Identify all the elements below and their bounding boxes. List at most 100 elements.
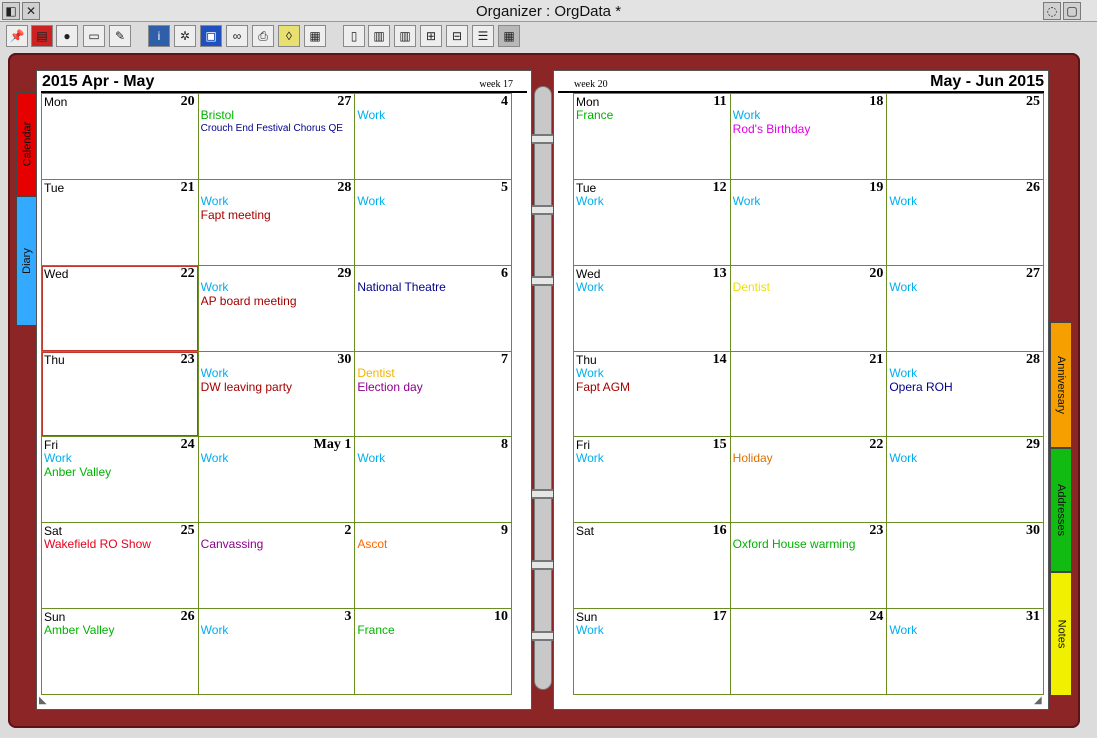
day-cell[interactable]: Fri 24 Work Anber Valley: [42, 437, 199, 524]
day-cell[interactable]: 8 Work: [355, 437, 512, 524]
calendar-event[interactable]: Opera ROH: [889, 380, 1041, 394]
day-cell[interactable]: Wed 13 Work: [574, 265, 731, 352]
month-grid-view-icon[interactable]: ▦: [498, 25, 520, 47]
day-cell[interactable]: 19 Work: [730, 179, 888, 266]
calendar-event[interactable]: Work: [576, 194, 728, 208]
one-column-view-icon[interactable]: ▯: [343, 25, 365, 47]
tab-notes[interactable]: Notes: [1050, 572, 1072, 696]
day-cell[interactable]: 3 Work: [198, 609, 356, 695]
close-icon[interactable]: ✕: [22, 2, 40, 20]
calendar-event[interactable]: Work: [889, 280, 1041, 294]
calendar-event[interactable]: Fapt meeting: [201, 208, 353, 222]
list-view-icon[interactable]: ☰: [472, 25, 494, 47]
calendar-event[interactable]: Work: [201, 623, 353, 637]
day-cell[interactable]: 9 Ascot: [355, 523, 512, 610]
day-cell[interactable]: 21: [730, 351, 888, 438]
book-icon[interactable]: ▤: [31, 25, 53, 47]
six-view-icon[interactable]: ⊟: [446, 25, 468, 47]
calendar-event[interactable]: Work: [733, 194, 885, 208]
calendar-event[interactable]: DW leaving party: [201, 380, 353, 394]
two-column-view-icon[interactable]: ▥: [368, 25, 390, 47]
day-cell[interactable]: 26 Work: [887, 179, 1044, 266]
day-cell[interactable]: Sat 25 Wakefield RO Show: [42, 523, 199, 610]
balloon-icon[interactable]: ●: [56, 25, 78, 47]
calendar-event[interactable]: Work: [889, 194, 1041, 208]
day-cell[interactable]: 23 Oxford House warming: [730, 523, 888, 610]
day-cell[interactable]: 6 National Theatre: [355, 265, 512, 352]
day-cell[interactable]: 5 Work: [355, 179, 512, 266]
day-cell[interactable]: 30 Work DW leaving party: [198, 351, 356, 438]
calendar-event[interactable]: Work: [576, 280, 728, 294]
info-icon[interactable]: i: [148, 25, 170, 47]
day-cell[interactable]: 27 Bristol Crouch End Festival Chorus QE: [198, 94, 356, 180]
day-cell[interactable]: 28 Work Opera ROH: [887, 351, 1044, 438]
calendar-event[interactable]: Dentist: [733, 280, 885, 294]
calendar-event[interactable]: Holiday: [733, 451, 885, 465]
calendar-event[interactable]: Fapt AGM: [576, 380, 728, 394]
calendar-event[interactable]: Work: [576, 451, 728, 465]
calendar-event[interactable]: France: [576, 108, 728, 122]
day-cell[interactable]: 29 Work AP board meeting: [198, 265, 356, 352]
gear-icon[interactable]: ✲: [174, 25, 196, 47]
day-cell[interactable]: 20 Dentist: [730, 265, 888, 352]
day-cell[interactable]: Tue 21: [42, 179, 199, 266]
day-cell[interactable]: Sun 17 Work: [574, 609, 731, 695]
tab-anniversary[interactable]: Anniversary: [1050, 322, 1072, 448]
calendar-event[interactable]: Oxford House warming: [733, 537, 885, 551]
calendar-event[interactable]: Work: [576, 623, 728, 637]
page-turn-back-icon[interactable]: ◣: [39, 695, 51, 707]
calendar-icon[interactable]: ▦: [304, 25, 326, 47]
day-cell[interactable]: Fri 15 Work: [574, 437, 731, 524]
day-cell[interactable]: 30: [887, 523, 1044, 610]
calendar-event[interactable]: Work: [44, 451, 196, 465]
calendar-event[interactable]: Amber Valley: [44, 623, 196, 637]
calendar-event[interactable]: Work: [201, 280, 353, 294]
calendar-event[interactable]: Election day: [357, 380, 509, 394]
calendar-event[interactable]: Work: [201, 194, 353, 208]
calendar-event[interactable]: Work: [357, 451, 509, 465]
day-cell[interactable]: 27 Work: [887, 265, 1044, 352]
calendar-event[interactable]: Ascot: [357, 537, 509, 551]
calendar-event[interactable]: Dentist: [357, 366, 509, 380]
calendar-event[interactable]: Rod's Birthday: [733, 122, 885, 136]
day-cell[interactable]: 18 Work Rod's Birthday: [730, 94, 888, 180]
notepad-icon[interactable]: ✎: [109, 25, 131, 47]
calendar-event[interactable]: Work: [889, 451, 1041, 465]
notes-tool-icon[interactable]: 📌: [6, 25, 28, 47]
calendar-event[interactable]: Canvassing: [201, 537, 353, 551]
tab-diary[interactable]: Diary: [16, 196, 38, 326]
day-cell[interactable]: Mon 20: [42, 94, 199, 180]
day-cell[interactable]: Mon 11 France: [574, 94, 731, 180]
tab-addresses[interactable]: Addresses: [1050, 448, 1072, 572]
card-icon[interactable]: ▭: [83, 25, 105, 47]
calendar-event[interactable]: Anber Valley: [44, 465, 196, 479]
calendar-event[interactable]: National Theatre: [357, 280, 509, 294]
stamp-icon[interactable]: ◊: [278, 25, 300, 47]
calendar-event[interactable]: Crouch End Festival Chorus QE: [201, 122, 353, 136]
day-cell[interactable]: 4 Work: [355, 94, 512, 180]
day-cell[interactable]: 24: [730, 609, 888, 695]
day-cell[interactable]: 10 France: [355, 609, 512, 695]
day-cell[interactable]: Tue 12 Work: [574, 179, 731, 266]
calendar-event[interactable]: Work: [201, 366, 353, 380]
binoculars-icon[interactable]: ∞: [226, 25, 248, 47]
calendar-event[interactable]: Work: [733, 108, 885, 122]
calendar-event[interactable]: Work: [576, 366, 728, 380]
back-icon[interactable]: ◧: [2, 2, 20, 20]
calendar-event[interactable]: France: [357, 623, 509, 637]
day-cell[interactable]: 7 Dentist Election day: [355, 351, 512, 438]
day-cell[interactable]: Wed 22: [42, 265, 199, 352]
day-cell[interactable]: 22 Holiday: [730, 437, 888, 524]
page-turn-forward-icon[interactable]: ◢: [1034, 695, 1046, 707]
calendar-event[interactable]: Work: [889, 366, 1041, 380]
calendar-event[interactable]: Work: [357, 194, 509, 208]
calendar-event[interactable]: Wakefield RO Show: [44, 537, 196, 551]
day-cell[interactable]: May 1 Work: [198, 437, 356, 524]
calendar-event[interactable]: Work: [357, 108, 509, 122]
calendar-event[interactable]: AP board meeting: [201, 294, 353, 308]
day-cell[interactable]: Sun 26 Amber Valley: [42, 609, 199, 695]
day-cell[interactable]: Thu 23: [42, 351, 199, 438]
toggle-size-icon[interactable]: ▢: [1063, 2, 1081, 20]
day-cell[interactable]: 31 Work: [887, 609, 1044, 695]
calendar-event[interactable]: Work: [889, 623, 1041, 637]
